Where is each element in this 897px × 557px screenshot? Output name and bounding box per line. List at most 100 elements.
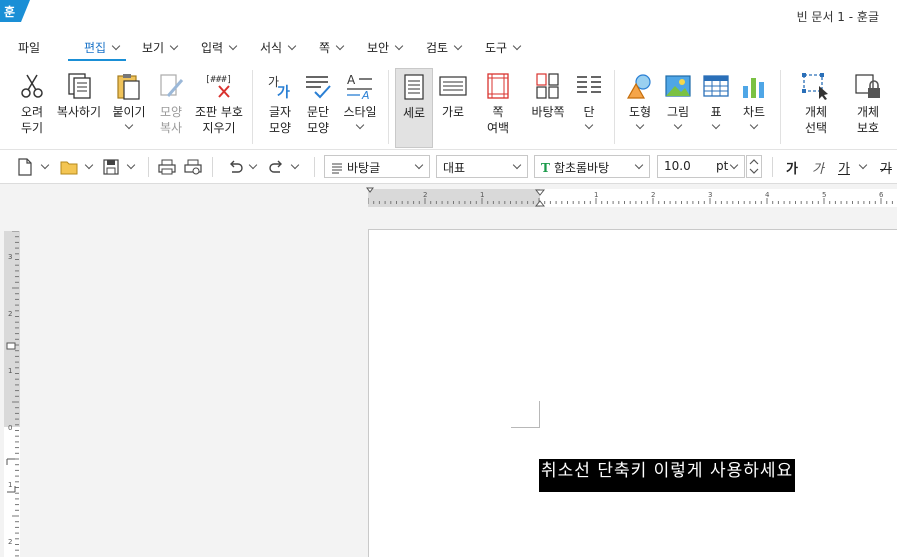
chevron-down-icon bbox=[228, 41, 238, 51]
bold-button[interactable]: 가 bbox=[786, 158, 798, 177]
cut-button[interactable]: 오려 두기 bbox=[12, 68, 52, 148]
toolbar-divider bbox=[772, 157, 773, 177]
char-shape-label-1: 글자 bbox=[268, 105, 292, 119]
menu-edit[interactable]: 편집 bbox=[84, 39, 121, 56]
chevron-down-icon bbox=[287, 41, 297, 51]
undo-icon[interactable] bbox=[226, 158, 244, 176]
menu-review[interactable]: 검토 bbox=[426, 39, 463, 56]
strikethrough-button[interactable]: 가 bbox=[880, 158, 892, 177]
scissors-icon bbox=[21, 74, 43, 98]
chevron-down-icon bbox=[729, 160, 739, 170]
page-margin-label-2: 여백 bbox=[486, 121, 510, 135]
vertical-marker-icon[interactable] bbox=[5, 341, 19, 351]
menu-page[interactable]: 쪽 bbox=[319, 39, 345, 56]
style-select[interactable]: 바탕글 bbox=[324, 155, 430, 178]
truetype-font-icon: T bbox=[541, 161, 550, 175]
print-icon[interactable] bbox=[158, 158, 176, 176]
menu-insert[interactable]: 입력 bbox=[201, 39, 238, 56]
menu-view[interactable]: 보기 bbox=[142, 39, 179, 56]
table-button[interactable]: 표 bbox=[700, 68, 732, 148]
format-toolbar: 바탕글 대표 T 함초롬바탕 10.0 pt 가 가 가 가 bbox=[0, 150, 897, 184]
object-protect-button[interactable]: 개체 보호 bbox=[850, 68, 886, 148]
underline-button[interactable]: 가 bbox=[838, 158, 850, 177]
indent-marker-icon[interactable] bbox=[535, 189, 545, 207]
para-shape-icon bbox=[306, 76, 331, 99]
object-select-button[interactable]: 개체 선택 bbox=[796, 68, 836, 148]
shapes-button[interactable]: 도형 bbox=[624, 68, 656, 148]
chevron-down-icon bbox=[512, 160, 522, 170]
menu-tools[interactable]: 도구 bbox=[485, 39, 522, 56]
open-folder-icon[interactable] bbox=[60, 158, 78, 176]
ruler-ticks bbox=[368, 198, 893, 204]
chevron-down-icon bbox=[335, 41, 345, 51]
background-label: 바탕쪽 bbox=[531, 105, 565, 119]
landscape-button[interactable]: 가로 bbox=[435, 68, 471, 148]
ruler-number: 1 bbox=[480, 191, 485, 199]
font-select[interactable]: T 함초롬바탕 bbox=[534, 155, 650, 178]
chevron-down-icon bbox=[584, 120, 594, 130]
background-page-button[interactable]: 바탕쪽 bbox=[528, 68, 568, 148]
chevron-down-icon bbox=[394, 41, 404, 51]
font-size-stepper[interactable] bbox=[746, 155, 762, 178]
format-copy-button[interactable]: 모양 복사 bbox=[152, 68, 190, 148]
chevron-down-icon[interactable] bbox=[248, 160, 258, 170]
clear-marks-icon: [###] bbox=[205, 75, 232, 98]
paste-button[interactable]: 붙이기 bbox=[108, 68, 150, 148]
active-menu-indicator bbox=[68, 59, 126, 61]
shapes-label: 도형 bbox=[628, 105, 652, 119]
clear-marks-button[interactable]: [###] 조판 부호 지우기 bbox=[192, 68, 246, 148]
chevron-down-icon bbox=[414, 160, 424, 170]
menu-file[interactable]: 파일 bbox=[18, 39, 40, 56]
font-size-value: 10.0 bbox=[664, 159, 691, 173]
page-margin-corner bbox=[511, 401, 540, 428]
style-label: 스타일 bbox=[343, 105, 377, 119]
chart-button[interactable]: 차트 bbox=[738, 68, 770, 148]
picture-button[interactable]: 그림 bbox=[662, 68, 694, 148]
chevron-down-icon[interactable] bbox=[126, 160, 136, 170]
picture-icon bbox=[665, 75, 691, 97]
page-margin-button[interactable]: 쪽 여백 bbox=[480, 68, 516, 148]
chevron-down-icon[interactable] bbox=[40, 160, 50, 170]
landscape-page-icon bbox=[439, 76, 467, 96]
toolbar-divider bbox=[148, 157, 149, 177]
vertical-ruler[interactable]: 3 2 1 0 1 2 bbox=[4, 231, 20, 557]
italic-button[interactable]: 가 bbox=[812, 158, 824, 177]
menu-format[interactable]: 서식 bbox=[260, 39, 297, 56]
copy-icon bbox=[68, 73, 91, 99]
horizontal-ruler[interactable]: 2 1 1 2 3 4 5 6 bbox=[366, 187, 897, 207]
para-shape-button[interactable]: 문단 모양 bbox=[300, 68, 336, 148]
save-icon[interactable] bbox=[102, 158, 120, 176]
redo-icon[interactable] bbox=[268, 158, 286, 176]
ruler-number: 2 bbox=[8, 310, 13, 318]
portrait-button[interactable]: 세로 bbox=[395, 68, 433, 148]
ruler-number: 2 bbox=[423, 191, 428, 199]
vertical-marker-icon[interactable] bbox=[5, 484, 19, 494]
format-copy-label-2: 복사 bbox=[159, 121, 183, 135]
menu-security[interactable]: 보안 bbox=[367, 39, 404, 56]
tab-marker-icon[interactable] bbox=[366, 187, 374, 195]
portrait-label: 세로 bbox=[402, 106, 426, 120]
new-document-icon[interactable] bbox=[16, 158, 34, 176]
style-button[interactable]: A A 스타일 bbox=[340, 68, 380, 148]
chevron-down-icon[interactable] bbox=[858, 160, 868, 170]
font-size-unit: pt bbox=[716, 159, 729, 173]
language-select[interactable]: 대표 bbox=[436, 155, 528, 178]
selected-text[interactable]: 취소선 단축키 이렇게 사용하세요 bbox=[539, 459, 796, 492]
object-protect-label-2: 보호 bbox=[856, 121, 880, 135]
char-shape-button[interactable]: 가가 글자 모양 bbox=[262, 68, 298, 148]
para-shape-label-1: 문단 bbox=[306, 105, 330, 119]
background-page-icon bbox=[536, 73, 559, 99]
columns-button[interactable]: 단 bbox=[574, 68, 604, 148]
char-shape-icon: 가가 bbox=[268, 75, 290, 100]
copy-button[interactable]: 복사하기 bbox=[54, 68, 104, 148]
font-size-input[interactable]: 10.0 pt bbox=[657, 155, 745, 178]
para-shape-label-2: 모양 bbox=[306, 121, 330, 135]
clipboard-icon bbox=[117, 74, 140, 100]
print-preview-icon[interactable] bbox=[184, 158, 202, 176]
vertical-marker-icon[interactable] bbox=[5, 457, 19, 467]
chevron-down-icon[interactable] bbox=[84, 160, 94, 170]
page-margin-label-2-wrap: 여백 bbox=[480, 120, 516, 136]
chevron-down-icon[interactable] bbox=[290, 160, 300, 170]
document-page[interactable] bbox=[368, 229, 897, 557]
app-logo[interactable]: 훈 bbox=[0, 0, 30, 22]
